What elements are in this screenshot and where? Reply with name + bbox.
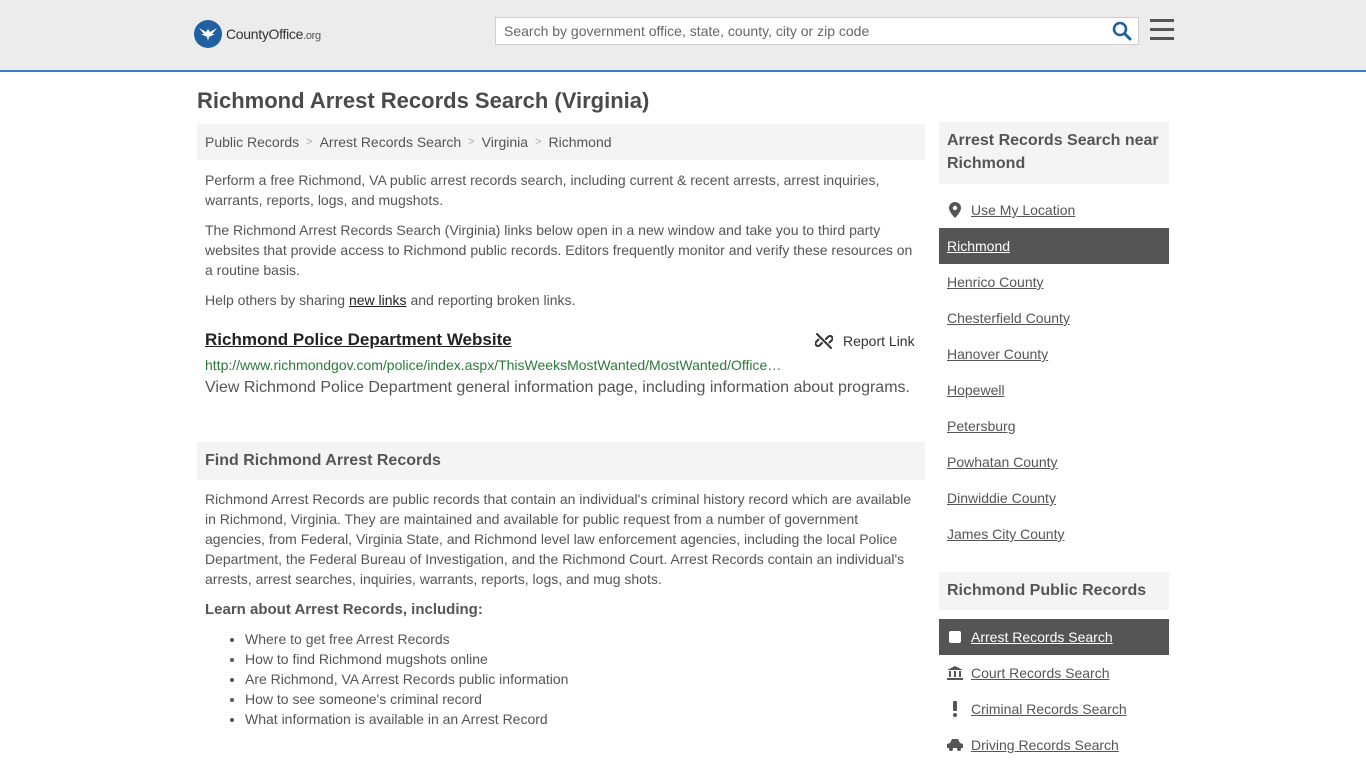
list-item: How to find Richmond mugshots online (245, 649, 568, 669)
find-section-heading: Find Richmond Arrest Records (197, 442, 925, 480)
disclaimer-paragraph: The Richmond Arrest Records Search (Virg… (205, 222, 913, 278)
report-link-button[interactable]: Report Link (815, 332, 915, 350)
sidebar-item-driving-records-search[interactable]: Driving Records Search (939, 727, 1169, 763)
listing-description: View Richmond Police Department general … (205, 379, 910, 396)
car-icon (947, 737, 963, 753)
checkbox-icon (947, 629, 963, 645)
sidebar-item-henrico-county[interactable]: Henrico County (939, 264, 1169, 300)
eagle-logo-icon (194, 20, 222, 48)
page-title: Richmond Arrest Records Search (Virginia… (197, 88, 650, 113)
hamburger-menu-icon[interactable] (1150, 19, 1174, 41)
use-my-location[interactable]: Use My Location (939, 192, 1169, 228)
sidebar-item-james-city-county[interactable]: James City County (939, 516, 1169, 552)
exclamation-icon (947, 701, 963, 717)
search-button[interactable] (1112, 21, 1134, 41)
list-item: Where to get free Arrest Records (245, 629, 568, 649)
sidebar-item-petersburg[interactable]: Petersburg (939, 408, 1169, 444)
breadcrumb: Public Records > Arrest Records Search >… (197, 124, 925, 160)
list-item: How to see someone's criminal record (245, 689, 568, 709)
logo-text: CountyOffice.org (226, 26, 321, 42)
breadcrumb-public-records[interactable]: Public Records (205, 134, 299, 150)
breadcrumb-virginia[interactable]: Virginia (482, 134, 528, 150)
search-icon (1112, 21, 1132, 41)
intro-paragraph: Perform a free Richmond, VA public arres… (205, 172, 880, 208)
sidebar-item-powhatan-county[interactable]: Powhatan County (939, 444, 1169, 480)
sidebar-item-criminal-records-search[interactable]: Criminal Records Search (939, 691, 1169, 727)
learn-list: Where to get free Arrest Records How to … (225, 629, 568, 729)
breadcrumb-separator-icon: > (535, 136, 542, 148)
search-box (495, 17, 1139, 45)
site-header: CountyOffice.org (0, 0, 1366, 72)
broken-link-icon (815, 333, 833, 349)
sidebar-item-hopewell[interactable]: Hopewell (939, 372, 1169, 408)
site-logo[interactable]: CountyOffice.org (194, 20, 321, 48)
listing-title-link[interactable]: Richmond Police Department Website (205, 330, 512, 350)
search-input[interactable] (496, 18, 1112, 44)
new-links-link[interactable]: new links (349, 292, 407, 308)
sidebar-item-richmond[interactable]: Richmond (939, 228, 1169, 264)
nearby-heading: Arrest Records Search near Richmond (939, 122, 1169, 184)
public-records-heading: Richmond Public Records (939, 572, 1169, 610)
use-my-location-link[interactable]: Use My Location (971, 202, 1075, 218)
sidebar-item-court-records-search[interactable]: Court Records Search (939, 655, 1169, 691)
sidebar-item-arrest-records-search[interactable]: Arrest Records Search (939, 619, 1169, 655)
report-link-label: Report Link (843, 333, 915, 349)
sidebar-item-dinwiddie-county[interactable]: Dinwiddie County (939, 480, 1169, 516)
find-section-body: Richmond Arrest Records are public recor… (205, 491, 912, 587)
breadcrumb-arrest-records-search[interactable]: Arrest Records Search (320, 134, 462, 150)
map-pin-icon (947, 202, 963, 218)
sidebar-item-hanover-county[interactable]: Hanover County (939, 336, 1169, 372)
courthouse-icon (947, 665, 963, 681)
list-item: What information is available in an Arre… (245, 709, 568, 729)
sidebar-item-chesterfield-county[interactable]: Chesterfield County (939, 300, 1169, 336)
list-item: Are Richmond, VA Arrest Records public i… (245, 669, 568, 689)
breadcrumb-separator-icon: > (468, 136, 475, 148)
learn-heading: Learn about Arrest Records, including: (205, 601, 483, 618)
breadcrumb-separator-icon: > (306, 136, 313, 148)
share-paragraph: Help others by sharing new links and rep… (205, 292, 576, 308)
listing-url: http://www.richmondgov.com/police/index.… (205, 357, 785, 373)
breadcrumb-richmond[interactable]: Richmond (549, 134, 612, 150)
